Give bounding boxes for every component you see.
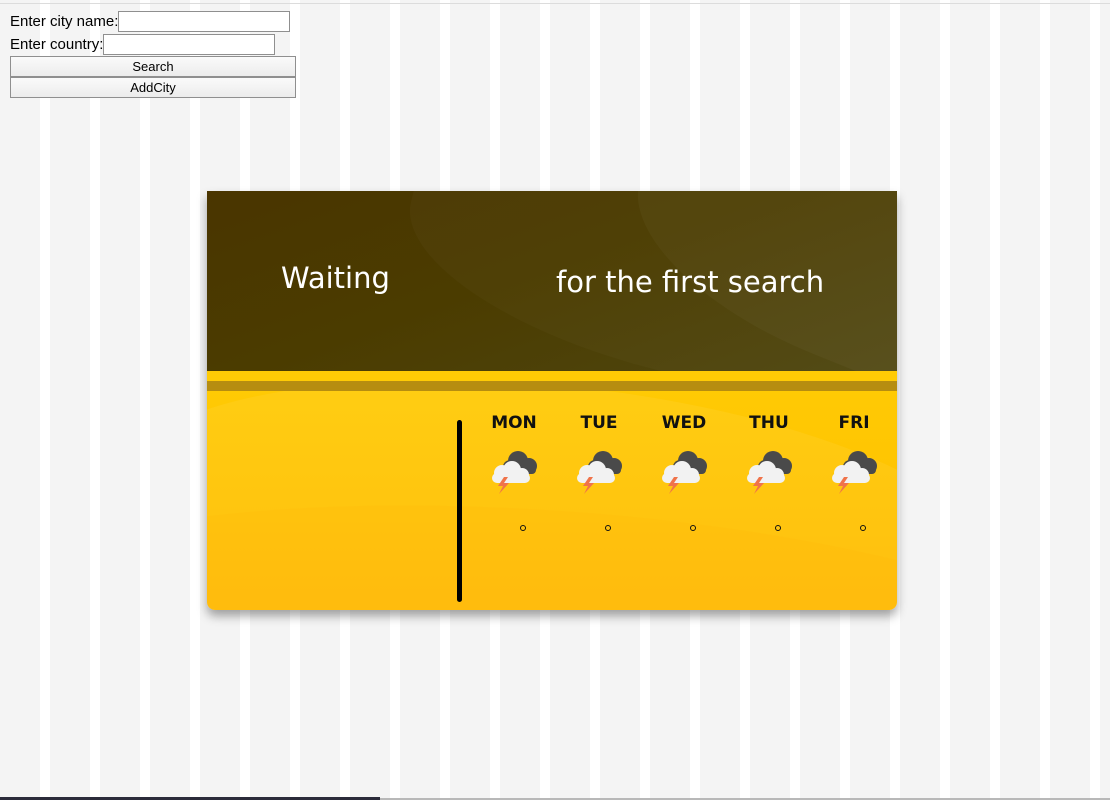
degree-symbol xyxy=(775,525,781,531)
accent-stripe-light xyxy=(207,371,897,381)
forecast-day-label: WED xyxy=(661,413,707,433)
weather-card: Waiting for the first search MON TUE WED… xyxy=(207,191,897,610)
city-label: Enter city name: xyxy=(10,13,119,30)
accent-stripe xyxy=(207,381,897,391)
thunderstorm-icon xyxy=(567,445,631,497)
forecast-temp xyxy=(649,521,719,534)
degree-symbol xyxy=(690,525,696,531)
forecast-day-fri: FRI xyxy=(819,411,889,531)
status-text: for the first search xyxy=(556,265,825,299)
forecast-day-label: FRI xyxy=(838,413,870,433)
forecast-day-label: THU xyxy=(749,413,789,433)
search-button[interactable]: Search xyxy=(10,56,296,77)
forecast-temp xyxy=(819,521,889,534)
forecast-day-label: TUE xyxy=(580,413,618,433)
forecast-day-label: MON xyxy=(491,413,537,433)
forecast-day-wed: WED xyxy=(649,411,719,531)
country-input[interactable] xyxy=(103,34,276,55)
degree-symbol xyxy=(860,525,866,531)
country-label: Enter country: xyxy=(10,36,104,53)
card-header: Waiting for the first search xyxy=(207,191,897,371)
forecast-temp xyxy=(564,521,634,534)
city-input[interactable] xyxy=(118,11,291,32)
country-row: Enter country: xyxy=(10,33,300,56)
forecast-temp xyxy=(479,521,549,534)
city-row: Enter city name: xyxy=(10,10,300,33)
city-name: Waiting xyxy=(281,261,390,295)
forecast-day-tue: TUE xyxy=(564,411,634,531)
thunderstorm-icon xyxy=(652,445,716,497)
top-border xyxy=(0,3,1110,4)
degree-symbol xyxy=(605,525,611,531)
search-form: Enter city name: Enter country: Search A… xyxy=(10,10,300,98)
thunderstorm-icon xyxy=(822,445,886,497)
forecast-day-thu: THU xyxy=(734,411,804,531)
thunderstorm-icon xyxy=(737,445,801,497)
forecast-temp xyxy=(734,521,804,534)
addcity-button[interactable]: AddCity xyxy=(10,77,296,98)
forecast-day-mon: MON xyxy=(479,411,549,531)
degree-symbol xyxy=(520,525,526,531)
forecast-divider xyxy=(457,420,462,602)
thunderstorm-icon xyxy=(482,445,546,497)
